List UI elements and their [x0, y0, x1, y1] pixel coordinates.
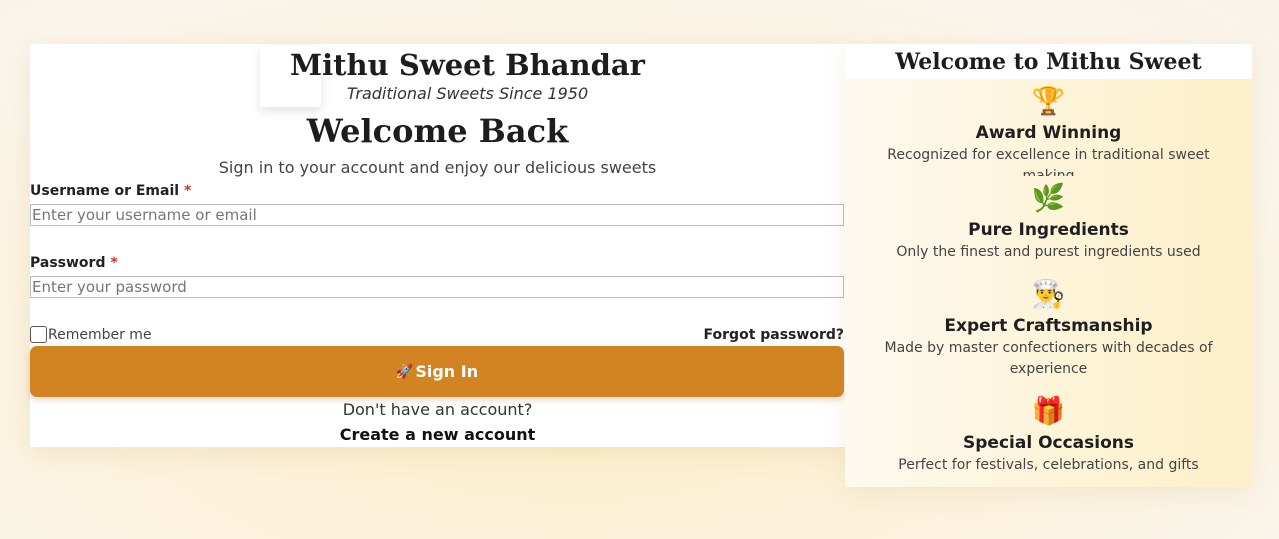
brand-title: Mithu Sweet Bhandar — [290, 48, 645, 82]
sign-in-label: Sign In — [415, 362, 479, 381]
page-title: Welcome Back — [306, 112, 569, 150]
page-subtitle: Sign in to your account and enjoy our de… — [218, 158, 657, 177]
feature-desc: Only the finest and purest ingredients u… — [896, 244, 1201, 260]
required-mark: * — [110, 255, 118, 271]
feature-title: Special Occasions — [963, 433, 1134, 453]
required-mark: * — [183, 183, 192, 199]
herb-icon: 🌿 — [1031, 183, 1066, 214]
username-label: Username or Email * — [30, 183, 191, 199]
feature-title: Expert Craftsmanship — [944, 316, 1153, 336]
sign-in-button[interactable]: 🚀 Sign In — [30, 346, 844, 397]
trophy-icon: 🏆 — [1031, 86, 1066, 117]
remember-checkbox[interactable] — [30, 326, 47, 343]
gift-icon: 🎁 — [1031, 396, 1066, 427]
feature-panel: Welcome to Mithu Sweet Bhandar 🏆 Award W… — [845, 44, 1252, 487]
password-label: Password * — [30, 255, 118, 271]
username-input[interactable] — [30, 204, 844, 226]
password-input[interactable] — [30, 276, 844, 298]
feature-card: 🏆 Award Winning Recognized for excellenc… — [845, 79, 1252, 184]
feature-desc: Perfect for festivals, celebrations, and… — [898, 457, 1199, 473]
brand-tagline: Traditional Sweets Since 1950 — [346, 84, 589, 103]
rocket-icon: 🚀 — [395, 363, 414, 380]
feature-desc: Made by master confectioners with decade… — [884, 340, 1213, 377]
forgot-password-link[interactable]: Forgot password? — [704, 327, 844, 343]
feature-card: 👨‍🍳 Expert Craftsmanship Made by master … — [845, 272, 1252, 389]
no-account-text: Don't have an account? — [342, 400, 533, 419]
remember-row: Remember me Forgot password? — [30, 326, 845, 346]
feature-title: Award Winning — [975, 123, 1122, 143]
password-label-text: Password — [30, 255, 106, 271]
feature-card: 🌿 Pure Ingredients Only the finest and p… — [845, 176, 1252, 272]
remember-label[interactable]: Remember me — [48, 327, 152, 343]
panel-title: Welcome to Mithu Sweet Bhandar — [845, 44, 1252, 112]
login-card: Mithu Sweet Bhandar Traditional Sweets S… — [30, 44, 865, 447]
feature-card: 🎁 Special Occasions Perfect for festival… — [845, 389, 1252, 487]
chef-icon: 👨‍🍳 — [1031, 279, 1066, 310]
username-label-text: Username or Email — [30, 183, 180, 199]
feature-title: Pure Ingredients — [968, 220, 1129, 240]
create-account-link[interactable]: Create a new account — [30, 425, 845, 444]
